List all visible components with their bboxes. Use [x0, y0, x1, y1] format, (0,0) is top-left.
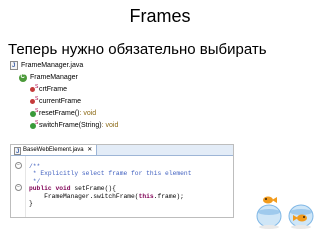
static-field-icon — [30, 82, 38, 94]
slide-title: Frames — [129, 6, 191, 26]
slide-subtitle: Теперь нужно обязательно выбирать — [8, 41, 267, 58]
code-line[interactable]: /** — [29, 163, 192, 170]
outline-member-label: resetFrame() — [39, 109, 80, 117]
outline-member-label: switchFrame(String) — [39, 121, 102, 129]
outline-file-label: FrameManager.java — [21, 61, 84, 69]
editor-tab-label: BaseWebElement.java — [23, 147, 84, 153]
code-line[interactable]: public void setFrame(){ — [29, 185, 192, 192]
fishbowl-illustration — [256, 196, 282, 229]
outline-member-return: : void — [79, 109, 97, 117]
outline-member-row[interactable]: switchFrame(String) : void — [28, 118, 119, 131]
static-field-icon — [30, 94, 38, 106]
code-line[interactable]: FrameManager.switchFrame(this.frame); — [29, 193, 192, 200]
code-line[interactable]: } — [29, 200, 192, 207]
static-method-icon — [30, 118, 38, 129]
class-icon — [19, 72, 27, 84]
code-token: this — [138, 192, 154, 200]
outline-member-row[interactable]: crtFrame — [28, 82, 67, 95]
java-file-icon — [10, 61, 18, 73]
code-token: /** — [29, 163, 41, 170]
editor-tab-bar: BaseWebElement.java ✕ — [11, 145, 233, 157]
code-line[interactable]: */ — [29, 178, 192, 185]
fishbowl-illustration — [288, 204, 314, 229]
outline-member-label: currentFrame — [39, 97, 82, 105]
code-token: .frame); — [153, 192, 184, 200]
code-token: } — [29, 199, 33, 207]
close-icon[interactable]: ✕ — [87, 147, 92, 153]
code-token: setFrame(){ — [74, 185, 116, 193]
outline-file-row[interactable]: FrameManager.java — [10, 60, 84, 73]
outline-tree: FrameManager.java FrameManager crtFrame … — [10, 60, 170, 136]
code-token: FrameManager.switchFrame( — [29, 192, 139, 200]
code-token: */ — [29, 177, 41, 185]
static-method-icon — [30, 106, 38, 117]
outline-member-return: : void — [101, 121, 119, 129]
code-editor[interactable]: BaseWebElement.java ✕ − − /** * Explicit… — [10, 144, 234, 218]
editor-gutter: − − — [11, 156, 26, 217]
code-token: * Explicitly select frame for this eleme… — [29, 170, 192, 178]
fold-marker-icon[interactable]: − — [15, 162, 22, 169]
code-area[interactable]: /** * Explicitly select frame for this e… — [29, 163, 192, 207]
java-file-icon — [14, 147, 21, 157]
code-token: public void — [29, 185, 75, 193]
outline-class-row[interactable]: FrameManager — [19, 72, 78, 84]
editor-tab[interactable]: BaseWebElement.java ✕ — [11, 145, 98, 157]
code-line[interactable]: * Explicitly select frame for this eleme… — [29, 170, 192, 177]
fold-marker-icon[interactable]: − — [15, 184, 22, 191]
outline-member-label: crtFrame — [39, 85, 67, 93]
